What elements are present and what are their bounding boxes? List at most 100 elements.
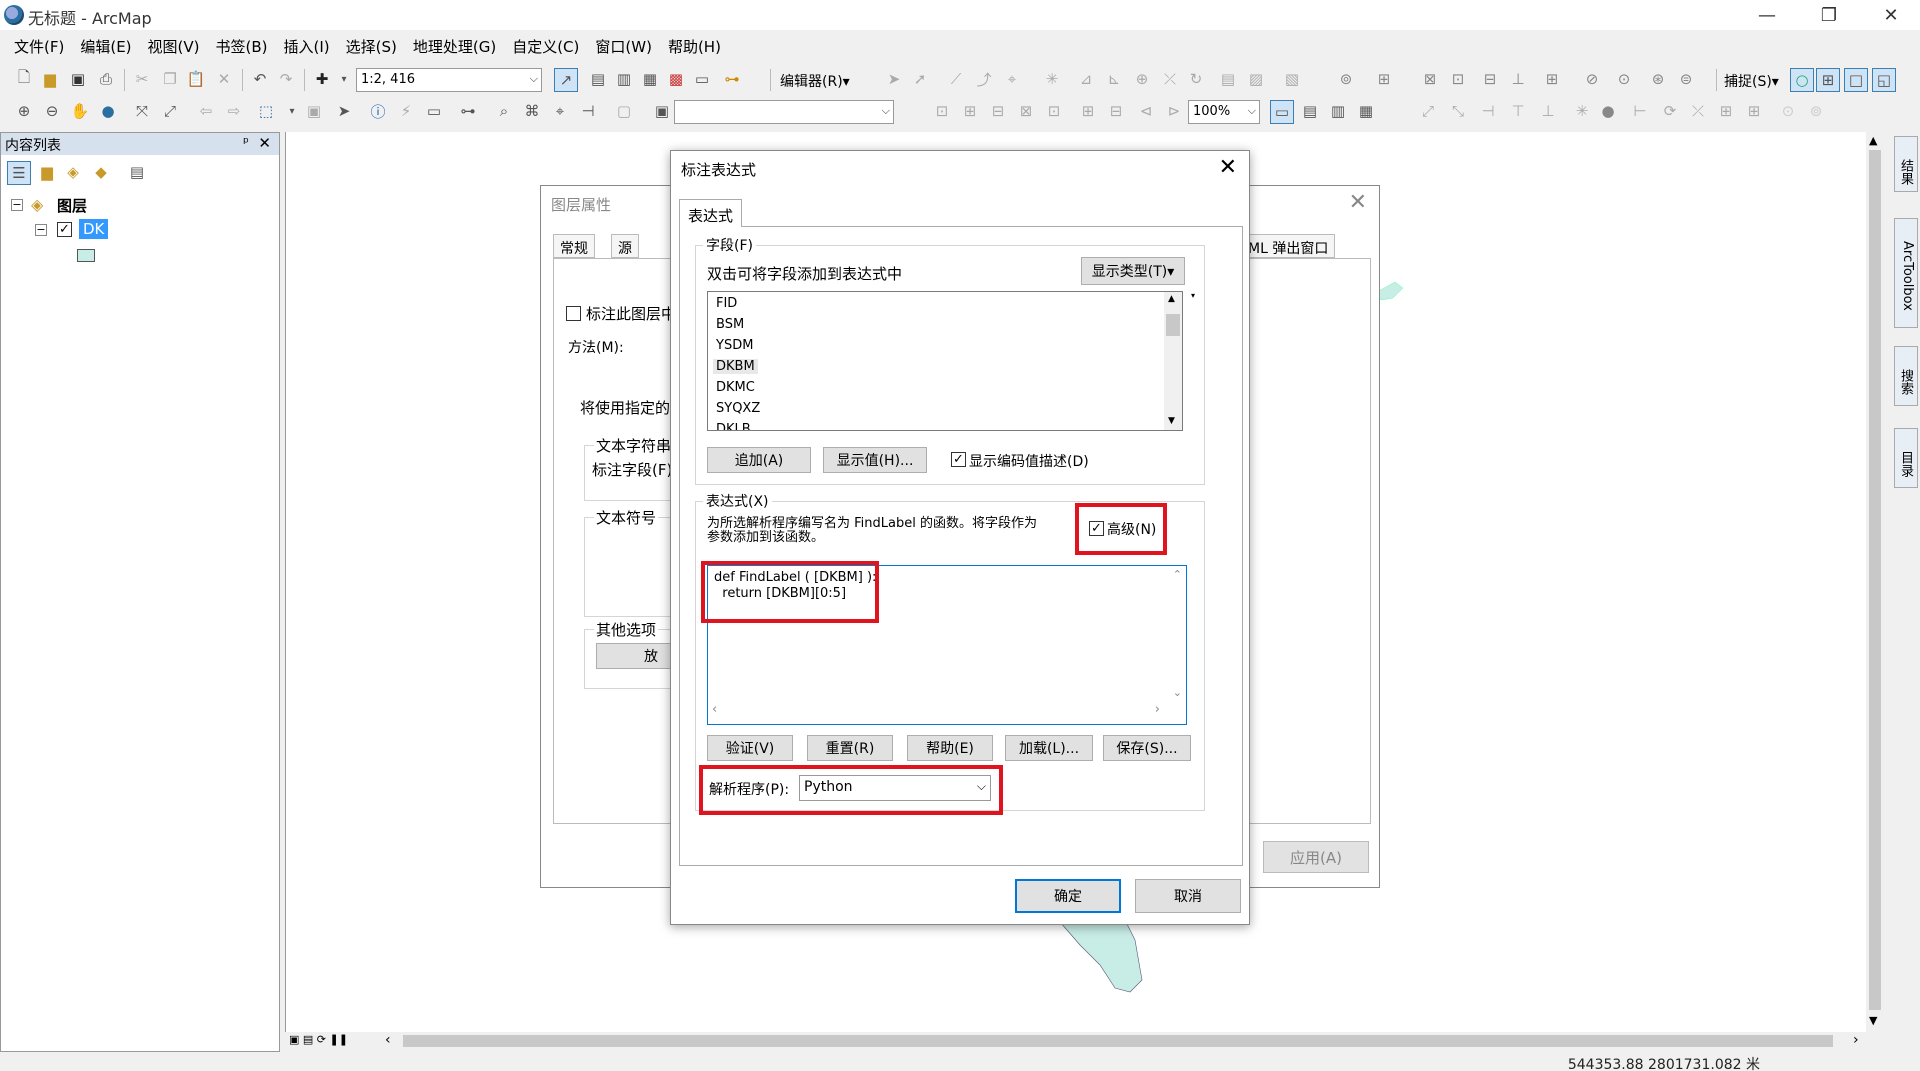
field-item[interactable]: SYQXZ <box>716 401 760 416</box>
save-expression-button[interactable]: 保存(S)... <box>1103 735 1191 761</box>
paste-icon[interactable]: 📋 <box>186 69 206 89</box>
select-dropdown-icon[interactable]: ▾ <box>282 101 302 121</box>
zoom-in-layout-icon[interactable]: ⊞ <box>960 101 980 121</box>
sketch-properties-icon[interactable]: ▨ <box>1246 69 1266 89</box>
generalize-icon[interactable]: ⊘ <box>1582 69 1602 89</box>
tab-source[interactable]: 源 <box>611 234 639 258</box>
draw-line-icon[interactable]: ⤡ <box>1448 101 1468 121</box>
field-item[interactable]: YSDM <box>716 338 753 353</box>
menu-customize[interactable]: 自定义(C) <box>506 32 589 60</box>
help-button[interactable]: 帮助(E) <box>907 735 993 761</box>
layer-visibility-checkbox[interactable]: ✓ <box>57 222 72 237</box>
scroll-up-icon[interactable]: ▲ <box>1168 294 1175 304</box>
select-features-icon[interactable]: ⬚ <box>256 101 276 121</box>
draw-rectangle-icon[interactable]: ⤢ <box>1418 101 1438 121</box>
fixed-zoom-out-layout-icon[interactable]: ⊟ <box>1106 101 1126 121</box>
collapse-layer-icon[interactable]: − <box>35 224 47 236</box>
search-tab[interactable]: 搜索 <box>1894 346 1918 406</box>
draw-point-icon[interactable]: ⊤ <box>1508 101 1528 121</box>
scroll-left-icon[interactable]: ‹ <box>385 1032 391 1048</box>
topology-icon[interactable]: ⊞ <box>1374 69 1394 89</box>
tab-general[interactable]: 常规 <box>553 234 595 258</box>
field-list-scrollbar[interactable]: ▲ ▼ <box>1164 292 1182 430</box>
hyperlink-icon[interactable]: ⚡ <box>396 101 416 121</box>
go-forward-icon[interactable]: ⇨ <box>224 101 244 121</box>
edit-vertices-icon[interactable]: ⊿ <box>1076 69 1096 89</box>
field-list[interactable]: FID BSM YSDM DKBM DKMC SYQXZ DKLB ▲ ▼ <box>707 291 1183 431</box>
scroll-thumb[interactable] <box>403 1035 1833 1047</box>
collapse-root-icon[interactable]: − <box>11 199 23 211</box>
edge-snapping-icon[interactable]: ◱ <box>1872 68 1896 92</box>
go-back-icon[interactable]: ⇦ <box>196 101 216 121</box>
menu-file[interactable]: 文件(F) <box>8 32 74 60</box>
clear-selection-icon[interactable]: ▣ <box>304 101 324 121</box>
menu-insert[interactable]: 插入(I) <box>278 32 340 60</box>
toggle-draft-icon[interactable]: ▭ <box>1270 100 1294 124</box>
group-icon[interactable]: ⊞ <box>1744 101 1764 121</box>
zoom-whole-page-icon[interactable]: ⊡ <box>932 101 952 121</box>
field-item[interactable]: DKMC <box>716 380 755 395</box>
catalog-icon[interactable]: ▥ <box>614 69 634 89</box>
split-icon[interactable]: ✳ <box>1042 69 1062 89</box>
restore-button[interactable]: ❐ <box>1806 2 1852 28</box>
append-button[interactable]: 追加(A) <box>707 447 811 473</box>
open-folder-icon[interactable]: ▆ <box>40 69 60 89</box>
graphics-tool-icon[interactable]: ✳ <box>1572 101 1592 121</box>
undo-icon[interactable]: ↶ <box>250 69 270 89</box>
align-icon[interactable]: ⊢ <box>1630 101 1650 121</box>
nudge-icon[interactable]: ⊚ <box>1806 101 1826 121</box>
data-driven-pages-icon[interactable]: ▦ <box>1356 101 1376 121</box>
load-button[interactable]: 加载(L)... <box>1005 735 1093 761</box>
label-features-checkbox[interactable] <box>566 306 581 321</box>
edit-annotation-icon[interactable]: ➚ <box>910 69 930 89</box>
python-window-icon[interactable]: ▭ <box>692 69 712 89</box>
trim-icon[interactable]: ⊟ <box>1480 69 1500 89</box>
flip-icon[interactable]: ⤫ <box>1688 101 1708 121</box>
list-by-selection-icon[interactable]: ◆ <box>91 162 111 182</box>
list-by-source-icon[interactable]: ▆ <box>37 162 57 182</box>
time-slider-icon[interactable]: ⊣ <box>578 101 598 121</box>
html-popup-icon[interactable]: ▭ <box>424 101 444 121</box>
copy-icon[interactable]: ❐ <box>160 69 180 89</box>
sphere-icon[interactable]: ● <box>1598 101 1618 121</box>
reset-button[interactable]: 重置(R) <box>807 735 893 761</box>
menu-windows[interactable]: 窗口(W) <box>589 32 662 60</box>
data-frame-label[interactable]: 图层 <box>57 195 87 216</box>
tab-html-popup[interactable]: ML 弹出窗口 <box>1241 234 1336 258</box>
redo-icon[interactable]: ↷ <box>276 69 296 89</box>
menu-view[interactable]: 视图(V) <box>142 32 210 60</box>
map-feature-polygon[interactable] <box>1060 920 1150 995</box>
add-data-icon[interactable]: ✚ <box>312 69 332 89</box>
close-window-button[interactable]: ✕ <box>1868 2 1914 28</box>
results-tab[interactable]: 结果 <box>1894 136 1918 192</box>
minimize-button[interactable]: — <box>1744 2 1790 28</box>
full-extent-icon[interactable]: ● <box>98 101 118 121</box>
field-item[interactable]: FID <box>716 296 737 311</box>
find-route-icon[interactable]: ⌘ <box>522 101 542 121</box>
editor-menu[interactable]: 编辑器(R)▾ <box>780 71 850 91</box>
verify-button[interactable]: 验证(V) <box>707 735 793 761</box>
vertex-snapping-icon[interactable]: □ <box>1844 68 1868 92</box>
cut-polygons-icon[interactable]: ⊕ <box>1132 69 1152 89</box>
arctoolbox-icon[interactable]: ▩ <box>666 69 686 89</box>
list-by-drawing-order-icon[interactable]: ☰ <box>7 161 31 185</box>
draw-marker-icon[interactable]: ⊣ <box>1478 101 1498 121</box>
create-viewer-icon[interactable]: ▢ <box>614 101 634 121</box>
menu-geoprocessing[interactable]: 地理处理(G) <box>407 32 506 60</box>
scroll-down-icon[interactable]: ▼ <box>1869 1014 1877 1027</box>
field-item[interactable]: BSM <box>716 317 744 332</box>
add-data-dropdown-icon[interactable]: ▾ <box>334 69 354 89</box>
fixed-zoom-out-icon[interactable]: ⤢ <box>160 101 180 121</box>
change-layout-icon[interactable]: ▥ <box>1328 101 1348 121</box>
extend-icon[interactable]: ⊡ <box>1448 69 1468 89</box>
line-intersection-icon[interactable]: ⊥ <box>1508 69 1528 89</box>
snapping-menu[interactable]: 捕捉(S)▾ <box>1724 71 1779 91</box>
show-values-button[interactable]: 显示值(H)... <box>823 447 927 473</box>
layer-combo[interactable]: ⌵ <box>674 100 894 124</box>
editor-toolbar-icon[interactable]: ↗ <box>554 68 578 92</box>
menu-bookmarks[interactable]: 书签(B) <box>210 32 278 60</box>
scroll-thumb[interactable] <box>1166 314 1180 336</box>
select-elements-icon[interactable]: ➤ <box>334 101 354 121</box>
modelbuilder-icon[interactable]: ⊶ <box>722 69 742 89</box>
straight-segment-icon[interactable]: ⟋ <box>946 69 966 89</box>
